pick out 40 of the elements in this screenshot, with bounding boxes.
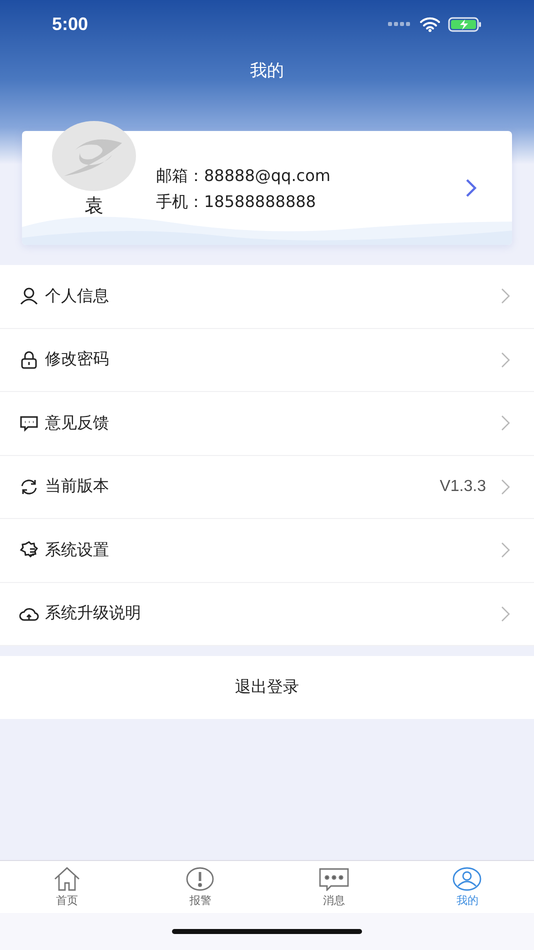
page-title: 我的 bbox=[250, 60, 284, 82]
menu-item[interactable]: 意见反馈 bbox=[0, 392, 534, 456]
menu-label: 修改密码 bbox=[45, 349, 110, 370]
menu-label: 个人信息 bbox=[45, 286, 110, 307]
phone-text: 手机：18588888888 bbox=[156, 190, 317, 212]
exclamation-icon bbox=[185, 867, 216, 891]
tab-item[interactable]: 报警 bbox=[134, 861, 267, 913]
menu-label: 当前版本 bbox=[45, 476, 110, 498]
chevron-right-icon bbox=[500, 352, 510, 368]
tab-item[interactable]: 首页 bbox=[0, 861, 134, 913]
wifi-icon bbox=[420, 16, 440, 32]
email-text: 邮箱：88888@qq.com bbox=[156, 164, 332, 186]
menu-label: 意见反馈 bbox=[45, 412, 110, 434]
sync-icon bbox=[19, 476, 39, 497]
chevron-right-icon bbox=[500, 415, 510, 432]
version-text: V1.3.3 bbox=[440, 478, 486, 496]
user-icon bbox=[19, 286, 39, 306]
chat-icon bbox=[318, 867, 349, 891]
menu-item[interactable]: 系统升级说明 bbox=[0, 582, 534, 646]
chevron-right-icon bbox=[464, 178, 478, 198]
menu-label: 系统设置 bbox=[45, 540, 110, 561]
chevron-right-icon bbox=[500, 542, 510, 558]
chevron-right-icon bbox=[500, 478, 510, 495]
menu-item[interactable]: 系统设置 bbox=[0, 519, 534, 582]
lock-icon bbox=[19, 350, 39, 370]
signal-icon bbox=[388, 21, 412, 27]
battery-icon bbox=[448, 16, 482, 32]
user-name: 袁 bbox=[84, 194, 104, 219]
user-icon bbox=[452, 867, 482, 891]
avatar-logo-icon bbox=[52, 121, 136, 191]
logout-button[interactable]: 退出登录 bbox=[0, 656, 534, 719]
chevron-right-icon bbox=[500, 606, 510, 622]
menu-item[interactable]: 当前版本 V1.3.3 bbox=[0, 456, 534, 519]
menu-label: 系统升级说明 bbox=[45, 603, 142, 624]
menu-item[interactable]: 修改密码 bbox=[0, 328, 534, 392]
status-time: 5:00 bbox=[52, 14, 88, 34]
tab-item[interactable]: 消息 bbox=[267, 861, 400, 913]
menu-item[interactable]: 个人信息 bbox=[0, 265, 534, 328]
gear-icon bbox=[19, 540, 39, 560]
chevron-right-icon bbox=[500, 288, 510, 304]
